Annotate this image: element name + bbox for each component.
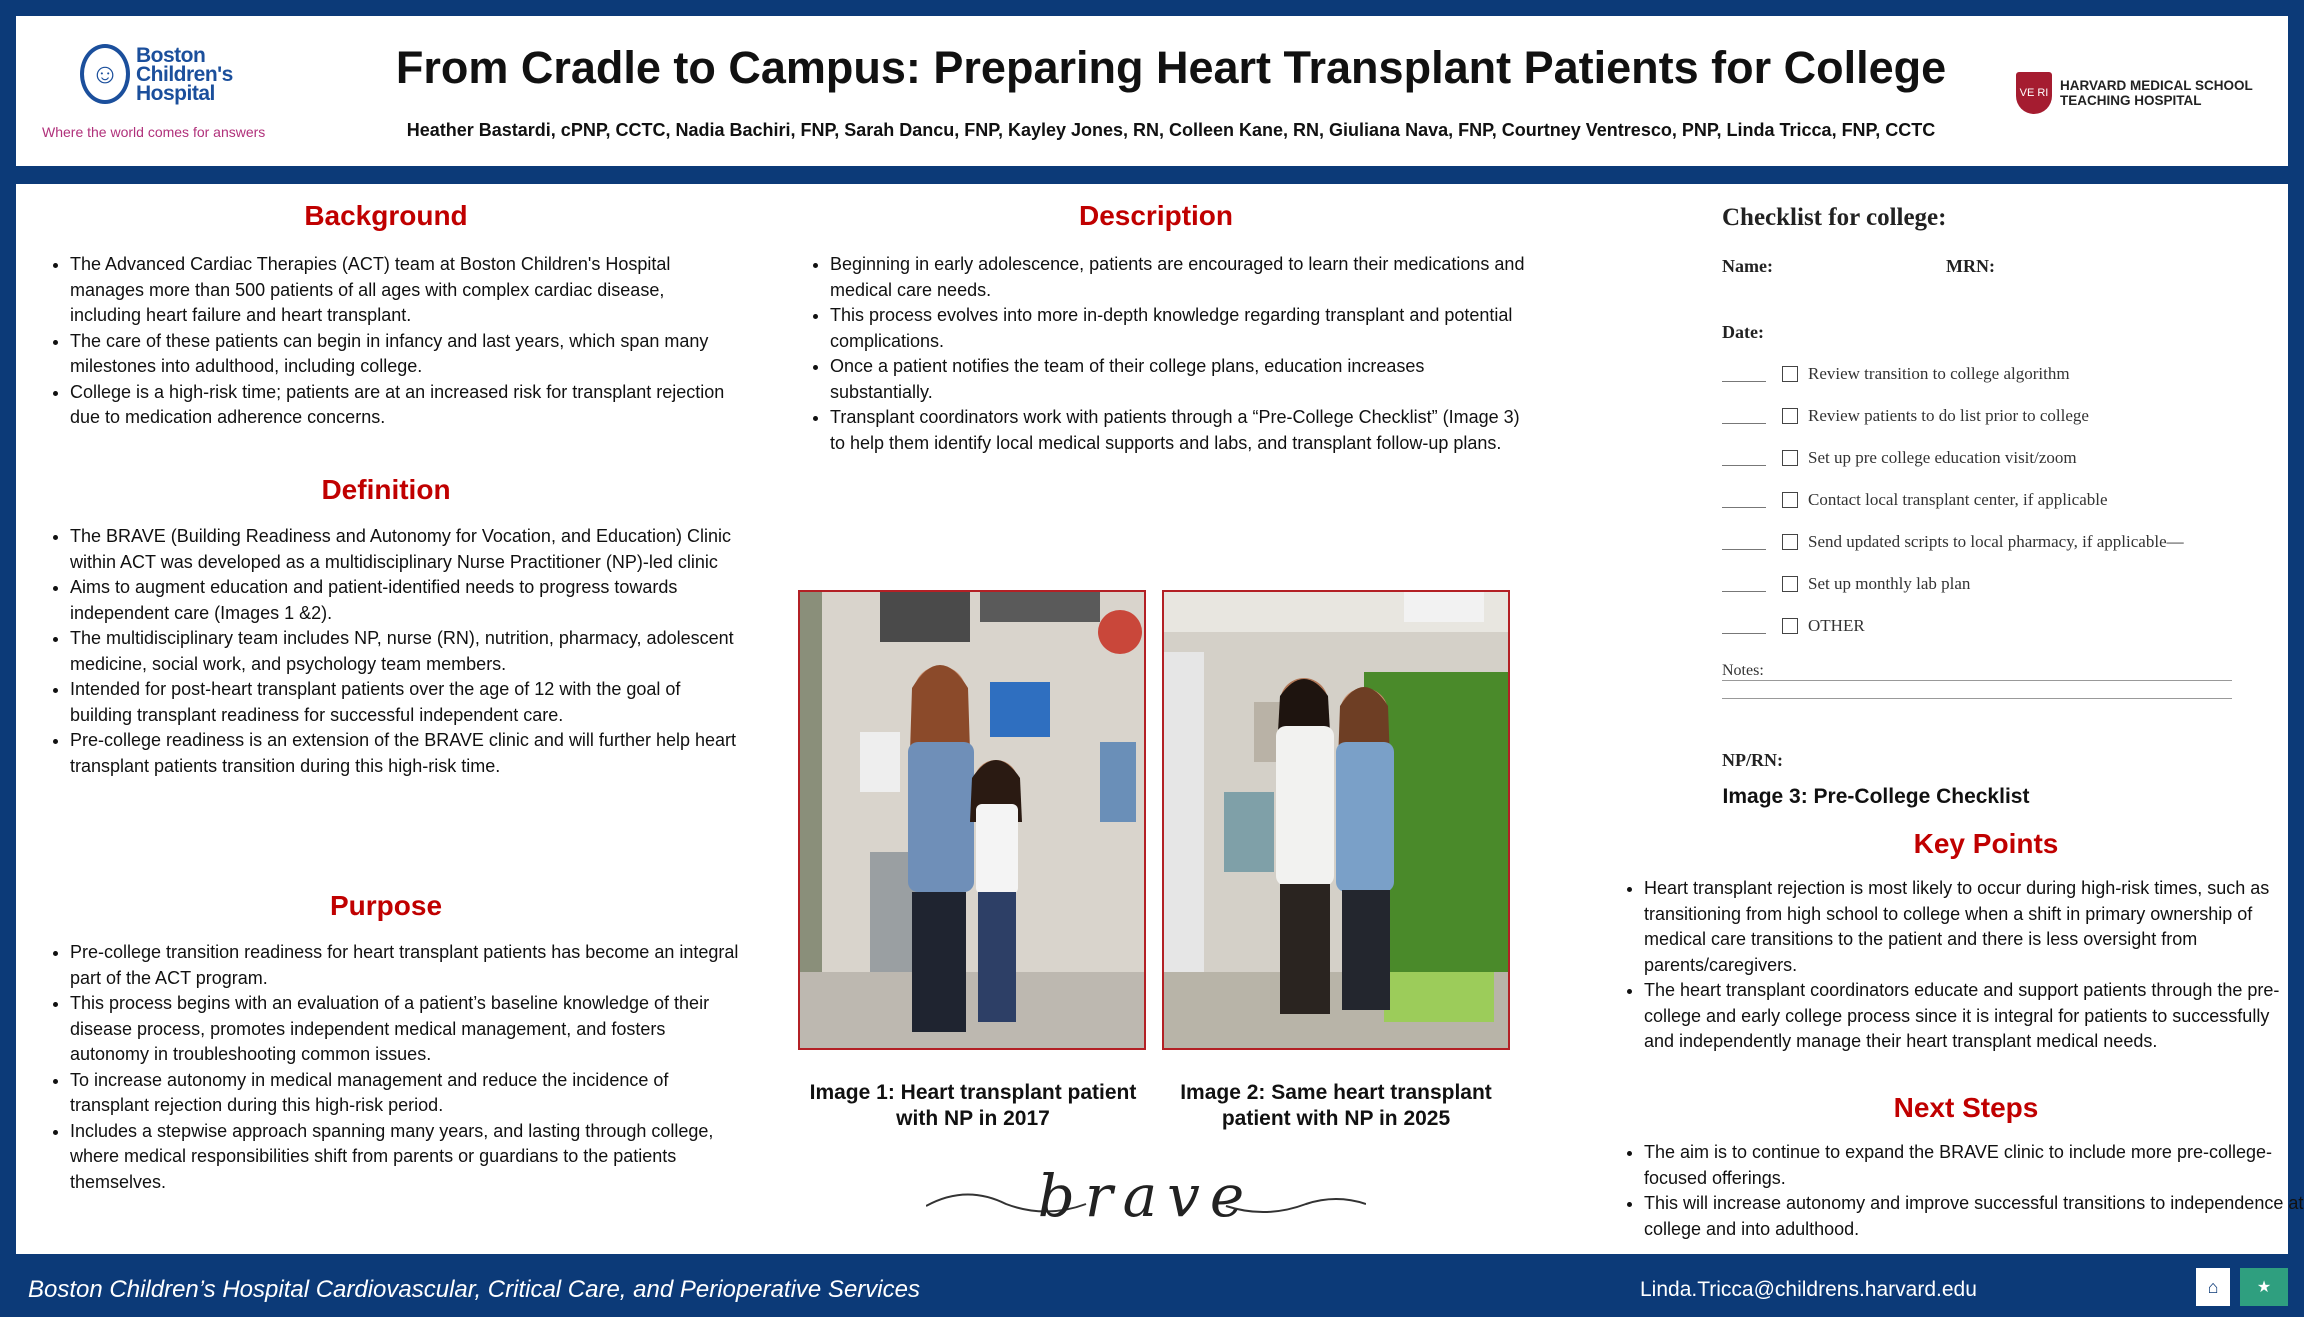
checklist-np-label: NP/RN:: [1722, 750, 1783, 770]
photo-2025-illustration: [1164, 592, 1508, 1048]
list-item: Pre-college readiness is an extension of…: [70, 728, 740, 779]
checklist-item: Review transition to college algorithm: [1722, 364, 2070, 384]
poster-footer: Boston Children’s Hospital Cardiovascula…: [0, 1256, 2304, 1317]
list-item: This process begins with an evaluation o…: [70, 991, 740, 1068]
poster-header: ☺ Boston Children's Hospital Where the w…: [16, 16, 2288, 166]
key-points-title: Key Points: [1913, 828, 2059, 859]
image2-caption: Image 2: Same heart transplant patient w…: [1180, 1081, 1492, 1130]
checklist-mrn-label: MRN:: [1946, 256, 1995, 276]
image1-caption: Image 1: Heart transplant patient with N…: [809, 1081, 1137, 1130]
checklist-notes-label: Notes:: [1722, 662, 1764, 679]
list-item: This will increase autonomy and improve …: [1644, 1191, 2304, 1242]
checklist-title: Checklist for college:: [1722, 204, 1947, 231]
list-item: The multidisciplinary team includes NP, …: [70, 626, 740, 677]
list-item: Includes a stepwise approach spanning ma…: [70, 1119, 740, 1196]
footer-email-link[interactable]: Linda.Tricca@childrens.harvard.edu: [1640, 1278, 1977, 1302]
list-item: The Advanced Cardiac Therapies (ACT) tea…: [70, 252, 740, 329]
list-item: Aims to augment education and patient-id…: [70, 575, 740, 626]
checkbox-icon: [1782, 492, 1798, 508]
checklist-item: Review patients to do list prior to coll…: [1722, 406, 2089, 426]
checkbox-icon: [1782, 450, 1798, 466]
hms-name-line2: TEACHING HOSPITAL: [2060, 93, 2202, 108]
hms-name-line1: HARVARD MEDICAL SCHOOL: [2060, 78, 2253, 93]
notes-line: [1722, 680, 2232, 681]
brave-signature-logo: brave: [926, 1164, 1366, 1230]
list-item: Pre-college transition readiness for hea…: [70, 940, 740, 991]
list-item: This process evolves into more in-depth …: [830, 303, 1530, 354]
checklist-item: Contact local transplant center, if appl…: [1722, 490, 2108, 510]
list-item: Once a patient notifies the team of thei…: [830, 354, 1530, 405]
next-steps-list: The aim is to continue to expand the BRA…: [1616, 1140, 2304, 1242]
checkbox-icon: [1782, 366, 1798, 382]
poster-authors: Heather Bastardi, cPNP, CCTC, Nadia Bach…: [406, 120, 1936, 140]
photo-2025: [1162, 590, 1510, 1050]
checklist-date-label: Date:: [1722, 322, 1764, 342]
list-item: The care of these patients can begin in …: [70, 329, 740, 380]
bch-building-icon: ⌂: [2196, 1268, 2230, 1306]
poster-title: From Cradle to Campus: Preparing Heart T…: [395, 42, 1947, 93]
hms-logo: VE RI HARVARD MEDICAL SCHOOL TEACHING HO…: [2016, 72, 2253, 114]
list-item: The aim is to continue to expand the BRA…: [1644, 1140, 2304, 1191]
checklist-item: Set up monthly lab plan: [1722, 574, 1970, 594]
photo-2017: [798, 590, 1146, 1050]
key-points-list: Heart transplant rejection is most likel…: [1616, 876, 2304, 1055]
image3-caption: Image 3: Pre-College Checklist: [1722, 785, 2030, 808]
checkbox-icon: [1782, 408, 1798, 424]
pre-college-checklist: Checklist for college: Name: MRN: Date: …: [1706, 184, 2266, 804]
description-title: Description: [1078, 200, 1234, 231]
bch-logo: ☺ Boston Children's Hospital: [80, 44, 246, 104]
definition-list: The BRAVE (Building Readiness and Autono…: [42, 524, 740, 779]
list-item: The BRAVE (Building Readiness and Autono…: [70, 524, 740, 575]
list-item: To increase autonomy in medical manageme…: [70, 1068, 740, 1119]
poster-body: Background The Advanced Cardiac Therapie…: [16, 184, 2303, 1254]
list-item: Transplant coordinators work with patien…: [830, 405, 1530, 456]
magnet-badge-icon: ★: [2240, 1268, 2288, 1306]
list-item: Heart transplant rejection is most likel…: [1644, 876, 2304, 978]
photo-2017-illustration: [800, 592, 1144, 1048]
list-item: College is a high-risk time; patients ar…: [70, 380, 740, 431]
checkbox-icon: [1782, 576, 1798, 592]
purpose-title: Purpose: [329, 890, 443, 921]
next-steps-title: Next Steps: [1893, 1092, 2039, 1123]
bch-logo-text: Boston Children's Hospital: [136, 43, 233, 105]
list-item: The heart transplant coordinators educat…: [1644, 978, 2304, 1055]
checkbox-icon: [1782, 618, 1798, 634]
purpose-list: Pre-college transition readiness for hea…: [42, 940, 740, 1195]
checkbox-icon: [1782, 534, 1798, 550]
bch-tagline: Where the world comes for answers: [42, 124, 266, 140]
checklist-item: Send updated scripts to local pharmacy, …: [1722, 532, 2184, 552]
brave-signature-text: brave: [1038, 1164, 1255, 1230]
checklist-name-label: Name:: [1722, 256, 1773, 276]
checklist-item: Set up pre college education visit/zoom: [1722, 448, 2077, 468]
footer-department: Boston Children’s Hospital Cardiovascula…: [28, 1276, 920, 1303]
list-item: Beginning in early adolescence, patients…: [830, 252, 1530, 303]
description-list: Beginning in early adolescence, patients…: [802, 252, 1530, 456]
harvard-shield-icon: VE RI: [2016, 72, 2052, 114]
background-title: Background: [304, 200, 468, 231]
background-list: The Advanced Cardiac Therapies (ACT) tea…: [42, 252, 740, 431]
checklist-item: OTHER: [1722, 616, 1865, 636]
list-item: Intended for post-heart transplant patie…: [70, 677, 740, 728]
definition-title: Definition: [321, 474, 451, 505]
bch-seal-icon: ☺: [80, 44, 130, 104]
notes-line: [1722, 698, 2232, 699]
